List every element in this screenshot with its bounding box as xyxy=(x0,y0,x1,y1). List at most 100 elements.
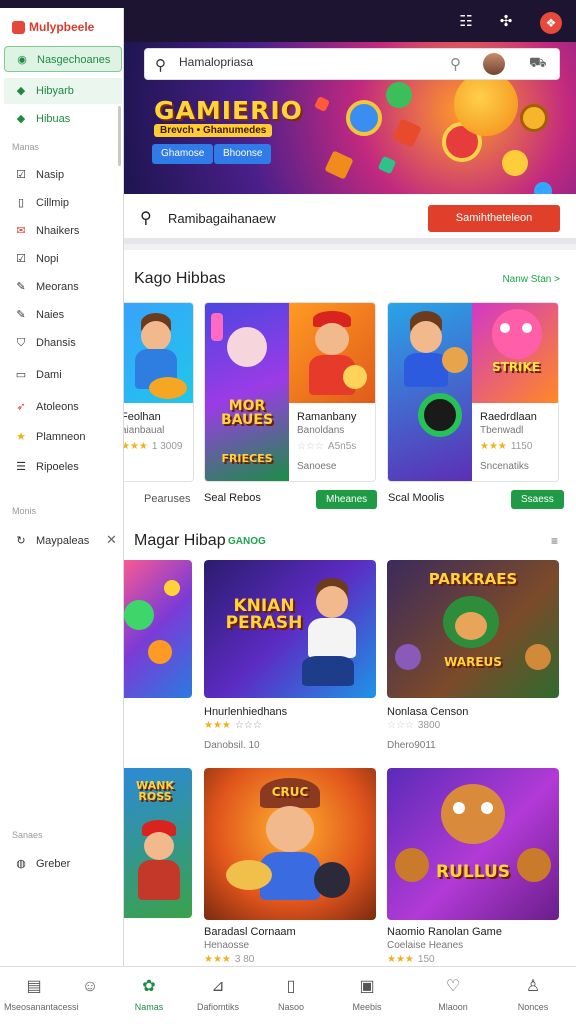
game-caption: Scal Moolis xyxy=(388,492,445,504)
decor-coin xyxy=(346,100,382,136)
nav-item-chat[interactable]: ☺ xyxy=(70,967,110,1024)
sidebar-item[interactable]: ◍ Greber xyxy=(4,851,122,877)
sidebar-item[interactable]: ☰ Ripoeles xyxy=(4,454,122,480)
game-card[interactable]: CRUC Baradasl Cornaam Henaosse ★★★ 3 80 xyxy=(204,768,376,966)
see-all-link[interactable]: Nanw Stan > xyxy=(502,274,560,285)
decor-coin xyxy=(502,150,528,176)
sidebar-item[interactable]: ⛉ Dhansis xyxy=(4,330,122,356)
nav-item-device[interactable]: ▯ Nasoo xyxy=(266,967,316,1024)
nav-label: Nonces xyxy=(517,1002,549,1012)
sidebar-item-label: Ripoeles xyxy=(36,461,79,473)
sidebar-item-primary[interactable]: ◆ Hibyarb xyxy=(4,78,122,104)
search-icon[interactable]: ⚲ xyxy=(140,208,152,228)
nav-label: Mlaoon xyxy=(438,1002,468,1012)
game-card[interactable]: RULLUS Naomio Ranolan Game Coelaise Hean… xyxy=(387,768,559,966)
thumbnail-title: WANK ROSS xyxy=(136,779,174,803)
sidebar-item-label: Plamneon xyxy=(36,431,86,443)
sidebar-item[interactable]: ★ Plamneon xyxy=(4,424,122,450)
nav-item-stats[interactable]: ⊿ Dafiomtiks xyxy=(190,967,246,1024)
game-rating: ☆☆☆ A5n5s xyxy=(297,441,357,452)
game-rating: ☆☆☆ 3800 xyxy=(387,720,441,731)
sidebar-item[interactable]: ▭ Dami xyxy=(4,362,122,388)
shield-square-icon: ⛉ xyxy=(16,337,26,349)
nav-item-favorites[interactable]: ♡ Mlaoon xyxy=(428,967,478,1024)
game-rating: ★★★1 3009 xyxy=(124,441,183,452)
sidebar-item[interactable]: ✎ Naies xyxy=(4,302,122,328)
search-icon[interactable]: ⚲ xyxy=(450,55,461,73)
game-thumbnail: KNIAN PERASH xyxy=(204,560,376,698)
sidebar-item[interactable]: ✎ Meorans xyxy=(4,274,122,300)
sidebar-item[interactable]: ✉ Nhaikers xyxy=(4,218,122,244)
sidebar-item[interactable]: ☑ Nopi xyxy=(4,246,122,272)
game-title: Ramanbany xyxy=(297,411,357,423)
hero-search-bar[interactable]: ⚲ ⚲ ⛟ xyxy=(144,48,560,80)
game-title: Nonlasa Censon xyxy=(387,706,469,718)
game-card[interactable]: STRIKE Raedrdlaan Tbenwadl ★★★ 1150 Sncen… xyxy=(387,302,559,482)
sidebar-item-primary[interactable]: ◆ Hibuas xyxy=(4,106,122,132)
chat-face-icon: ☺ xyxy=(81,978,99,995)
mail-icon: ✉ xyxy=(16,225,26,237)
search-icon: ⚲ xyxy=(155,57,166,74)
nav-item-games[interactable]: ✿ Namas xyxy=(124,967,174,1024)
grid-icon[interactable]: ☷ xyxy=(456,12,476,32)
game-action-button[interactable]: Mheanes xyxy=(316,490,378,509)
sidebar-item-primary[interactable]: ◉ Nasgechoanes xyxy=(4,46,122,72)
sidebar-item-label: Atoleons xyxy=(36,401,79,413)
sidebar-item-label: Dami xyxy=(36,369,62,381)
search-text[interactable]: Ramibagaihanaew xyxy=(168,211,276,226)
device-icon: ▯ xyxy=(286,978,296,995)
game-price: Sncenatiks xyxy=(480,461,529,472)
hero-brand-title: GAMIERIO xyxy=(154,96,303,125)
nav-label: Meebis xyxy=(352,1002,382,1012)
close-icon[interactable]: ✕ xyxy=(106,532,117,548)
decor-coin xyxy=(520,104,548,132)
nav-label: Namas xyxy=(134,1002,164,1012)
game-thumbnail[interactable] xyxy=(124,560,192,698)
hero-button-primary[interactable]: Ghamose xyxy=(152,144,214,164)
hero-button-secondary[interactable]: Bhoonse xyxy=(214,144,272,164)
game-subtitle: Tbenwadl xyxy=(480,425,524,436)
game-action-button[interactable]: Ssaess xyxy=(511,490,564,509)
list-icon: ☰ xyxy=(16,461,26,473)
card-icon: ▭ xyxy=(15,369,27,381)
menu-icon[interactable]: ≡ xyxy=(551,534,558,548)
sidebar-item-label: Cillmip xyxy=(36,197,69,209)
thumbnail-title: CRUC xyxy=(271,785,309,799)
search-action-button[interactable]: Samihtheteleon xyxy=(428,205,560,232)
app-logo[interactable]: Mulypbeele xyxy=(12,20,94,35)
nav-item-home[interactable]: ▤ Mseosanantacessi xyxy=(4,967,79,1024)
game-title: Baradasl Cornaam xyxy=(204,926,296,938)
profile-badge-icon[interactable]: ❖ xyxy=(540,12,562,34)
game-subtitle: aianbaual xyxy=(124,425,165,436)
game-card[interactable]: MOR BAUES FRIECES Ramanbany Banoldans ☆☆… xyxy=(204,302,376,482)
globe-icon: ◍ xyxy=(16,858,26,870)
tag-icon: ◆ xyxy=(16,113,26,125)
nav-label: Dafiomtiks xyxy=(196,1002,239,1012)
sidebar-scrollbar[interactable] xyxy=(118,106,121,166)
decor-gem xyxy=(314,96,330,112)
game-thumbnail[interactable]: WANK ROSS xyxy=(124,768,192,918)
sidebar-item[interactable]: ▯ Cillmip xyxy=(4,190,122,216)
game-price: Pearuses xyxy=(144,493,191,505)
gamepad-icon[interactable]: ✣ xyxy=(496,12,516,32)
sidebar-item-label: Naies xyxy=(36,309,65,321)
nav-item-profile[interactable]: ♙ Nonces xyxy=(508,967,558,1024)
game-card[interactable]: KNIAN PERASH Hnurlenhiedhans ★★★ ☆☆☆ Dano… xyxy=(204,560,376,752)
cart-icon[interactable]: ⛟ xyxy=(529,54,547,73)
sidebar-item[interactable]: ☑ Nasip xyxy=(4,162,122,188)
game-card[interactable]: Feolhan aianbaual ★★★1 3009 xyxy=(124,302,194,482)
pencil-square-icon: ✎ xyxy=(16,309,26,321)
sidebar-item[interactable]: ↻ Maypaleas xyxy=(4,528,122,554)
box-icon: ▣ xyxy=(359,978,375,995)
avatar[interactable] xyxy=(483,53,505,75)
game-subtitle: Coelaise Heanes xyxy=(387,940,464,951)
hero-banner: ⚲ ⚲ ⛟ GAMIERIO Brevch • Ghanumedes Ghamo… xyxy=(124,42,576,194)
game-price: Sanoese xyxy=(297,461,337,472)
nav-item-box[interactable]: ▣ Meebis xyxy=(342,967,392,1024)
game-card[interactable]: PARKRAES WAREUS Nonlasa Censon ☆☆☆ 3800 D… xyxy=(387,560,559,752)
hero-search-input[interactable] xyxy=(179,55,439,69)
sidebar: Mulypbeele ◉ Nasgechoanes ◆ Hibyarb ◆ Hibua… xyxy=(0,8,124,966)
thumbnail-title: PARKRAES xyxy=(428,570,518,588)
game-subtitle: Danobsil. 10 xyxy=(204,740,260,751)
sidebar-item[interactable]: ➶ Atoleons xyxy=(4,394,122,420)
